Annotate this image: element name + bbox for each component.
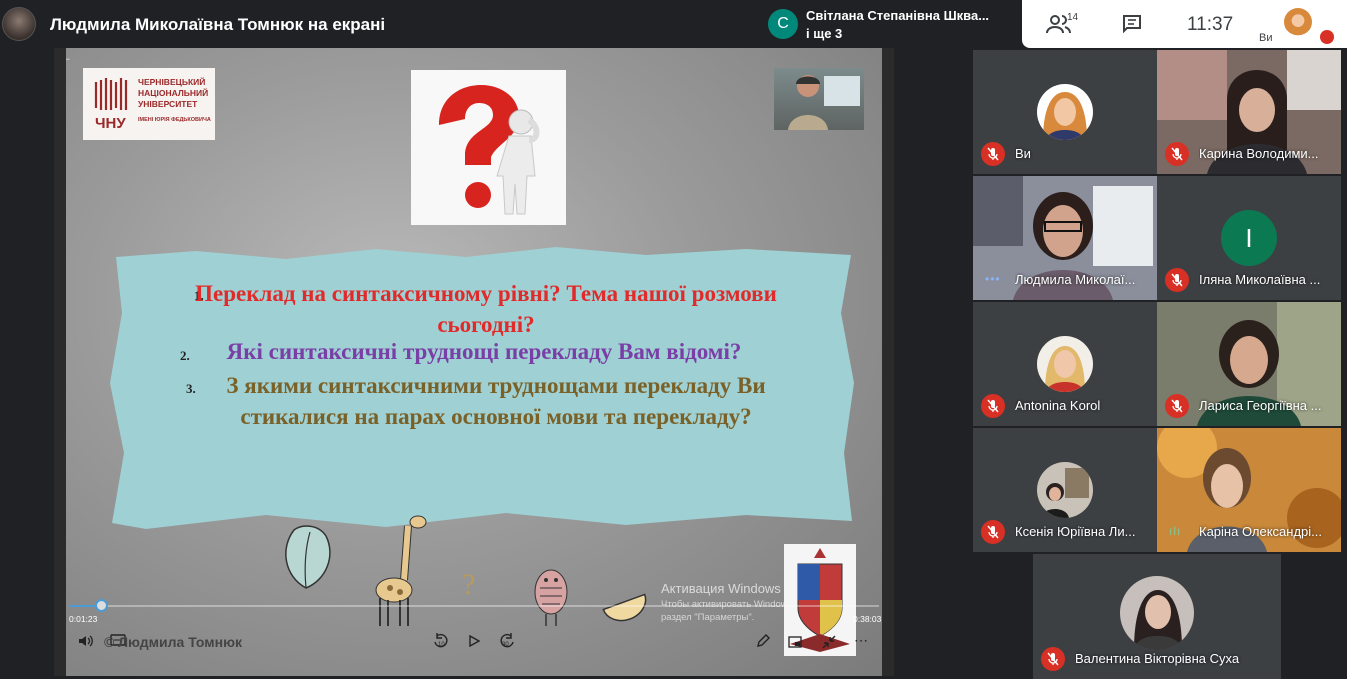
- question-mark-icon: ?: [462, 568, 476, 601]
- participant-tile[interactable]: І Іляна Миколаївна ...: [1157, 176, 1341, 300]
- self-avatar[interactable]: [1284, 8, 1312, 36]
- participant-avatar: [1037, 462, 1093, 518]
- logo-line-2: НАЦІОНАЛЬНИЙ: [138, 88, 209, 98]
- play-icon[interactable]: [468, 635, 480, 647]
- self-muted-icon: [1320, 30, 1334, 44]
- speaker-more: і ще 3: [806, 26, 843, 41]
- muted-mic-icon: [1165, 268, 1189, 292]
- people-count: 14: [1067, 12, 1079, 23]
- participant-tile[interactable]: Валентина Вікторівна Суха: [1033, 554, 1281, 679]
- speaking-indicator-icon: •••: [985, 272, 1001, 286]
- exit-fullscreen-icon[interactable]: [822, 635, 836, 649]
- participant-name: Ксенія Юріївна Ли...: [1015, 524, 1136, 539]
- muted-mic-icon: [981, 394, 1005, 418]
- time-total: 0:38:03: [853, 614, 882, 624]
- question-mark-illustration: [411, 70, 566, 225]
- presenter-camera-overlay: [774, 68, 864, 130]
- skip-back-10-icon[interactable]: 10: [432, 633, 450, 649]
- muted-mic-icon: [1165, 142, 1189, 166]
- university-mark: ЧНУ: [94, 78, 128, 130]
- skip-forward-30-icon[interactable]: 30: [498, 633, 516, 649]
- leaf-icon: [285, 525, 331, 589]
- top-bar: Людмила Миколаївна Томнюк на екрані С Св…: [0, 0, 1347, 48]
- question-1: Переклад на синтаксичному рівні? Тема на…: [195, 281, 777, 337]
- participant-avatar: [1037, 84, 1093, 140]
- participant-tile[interactable]: Antonina Korol: [973, 302, 1157, 426]
- skip-back-label: 10: [438, 642, 445, 648]
- presenter-title: Людмила Миколаївна Томнюк на екрані: [50, 15, 386, 34]
- speaker-name: Світлана Степанівна Шква...: [806, 8, 990, 23]
- participant-name: Іляна Миколаївна ...: [1199, 272, 1321, 287]
- speaker-avatar: С: [768, 9, 798, 39]
- logo-line-3: УНІВЕРСИТЕТ: [138, 99, 198, 109]
- meeting-tools: 14 11:37 Ви: [1022, 0, 1347, 48]
- active-speaker-chip[interactable]: С Світлана Степанівна Шква... і ще 3: [760, 0, 1022, 48]
- thinking-figure-icon: [439, 85, 540, 215]
- presenter-avatar: [2, 7, 36, 41]
- muted-mic-icon: [1165, 394, 1189, 418]
- participant-name: Людмила Миколаї...: [1015, 272, 1136, 287]
- participant-name: Ви: [1015, 146, 1031, 161]
- question-2: Які синтаксичні труднощі перекладу Вам в…: [226, 339, 742, 364]
- back-arrow-icon[interactable]: ←: [66, 50, 80, 66]
- presentation-slide: ← ЧНУ ЧЕРНІВЕЦЬКИЙ НАЦІОНАЛЬНИЙ УНІВЕРСИ…: [66, 48, 882, 676]
- video-progress-handle[interactable]: [95, 599, 109, 612]
- participant-avatar: [1037, 336, 1093, 392]
- participant-name: Карина Володими...: [1199, 146, 1319, 161]
- video-progress-track[interactable]: [69, 605, 879, 607]
- question-3: З якими синтаксичними труднощами перекла…: [226, 373, 766, 429]
- participant-tile[interactable]: Ви: [973, 50, 1157, 174]
- participant-tile[interactable]: ılı Каріна Олександрі...: [1157, 428, 1341, 552]
- logo-line-1: ЧЕРНІВЕЦЬКИЙ: [138, 77, 206, 87]
- lemon-slice-icon: [602, 593, 647, 622]
- pen-icon[interactable]: [756, 634, 770, 648]
- picture-in-picture-icon[interactable]: [788, 636, 802, 648]
- logo-line-4: ІМЕНІ ЮРІЯ ФЕДЬКОВИЧА: [138, 117, 211, 123]
- chat-icon[interactable]: [1122, 14, 1142, 34]
- video-author: © Людмила Томнюк: [104, 634, 243, 650]
- meet-window: Людмила Миколаївна Томнюк на екрані С Св…: [0, 0, 1347, 679]
- skip-forward-label: 30: [502, 642, 509, 648]
- bird-icon: [534, 569, 568, 626]
- time-elapsed: 0:01:23: [69, 614, 98, 624]
- volume-icon[interactable]: [78, 634, 94, 648]
- participant-tile[interactable]: Карина Володими...: [1157, 50, 1341, 174]
- muted-mic-icon: [981, 142, 1005, 166]
- presenter-photo: [788, 75, 860, 130]
- participant-name: Лариса Георгіївна ...: [1199, 398, 1322, 413]
- more-options-icon[interactable]: ⋯: [854, 632, 868, 649]
- clock: 11:37: [1187, 14, 1234, 35]
- windows-activation-title: Активация Windows: [661, 581, 781, 596]
- shared-screen: ← ЧНУ ЧЕРНІВЕЦЬКИЙ НАЦІОНАЛЬНИЙ УНІВЕРСИ…: [54, 48, 894, 676]
- speaking-indicator-icon: ılı: [1169, 524, 1182, 538]
- participant-name: Валентина Вікторівна Суха: [1075, 651, 1240, 666]
- participant-name: Каріна Олександрі...: [1199, 524, 1323, 539]
- university-logo: ЧНУ ЧЕРНІВЕЦЬКИЙ НАЦІОНАЛЬНИЙ УНІВЕРСИТЕ…: [83, 68, 215, 140]
- participant-initial-avatar: І: [1221, 210, 1277, 266]
- muted-mic-icon: [981, 520, 1005, 544]
- self-label: Ви: [1259, 32, 1273, 44]
- giraffe-icon: [375, 515, 427, 626]
- muted-mic-icon: [1041, 647, 1065, 671]
- participant-tile[interactable]: Ксенія Юріївна Ли...: [973, 428, 1157, 552]
- participant-name: Antonina Korol: [1015, 398, 1101, 413]
- svg-text:ЧНУ: ЧНУ: [95, 115, 126, 130]
- participant-avatar: [1120, 576, 1194, 650]
- participant-tile[interactable]: Лариса Георгіївна ...: [1157, 302, 1341, 426]
- participant-tile[interactable]: ••• Людмила Миколаї...: [973, 176, 1157, 300]
